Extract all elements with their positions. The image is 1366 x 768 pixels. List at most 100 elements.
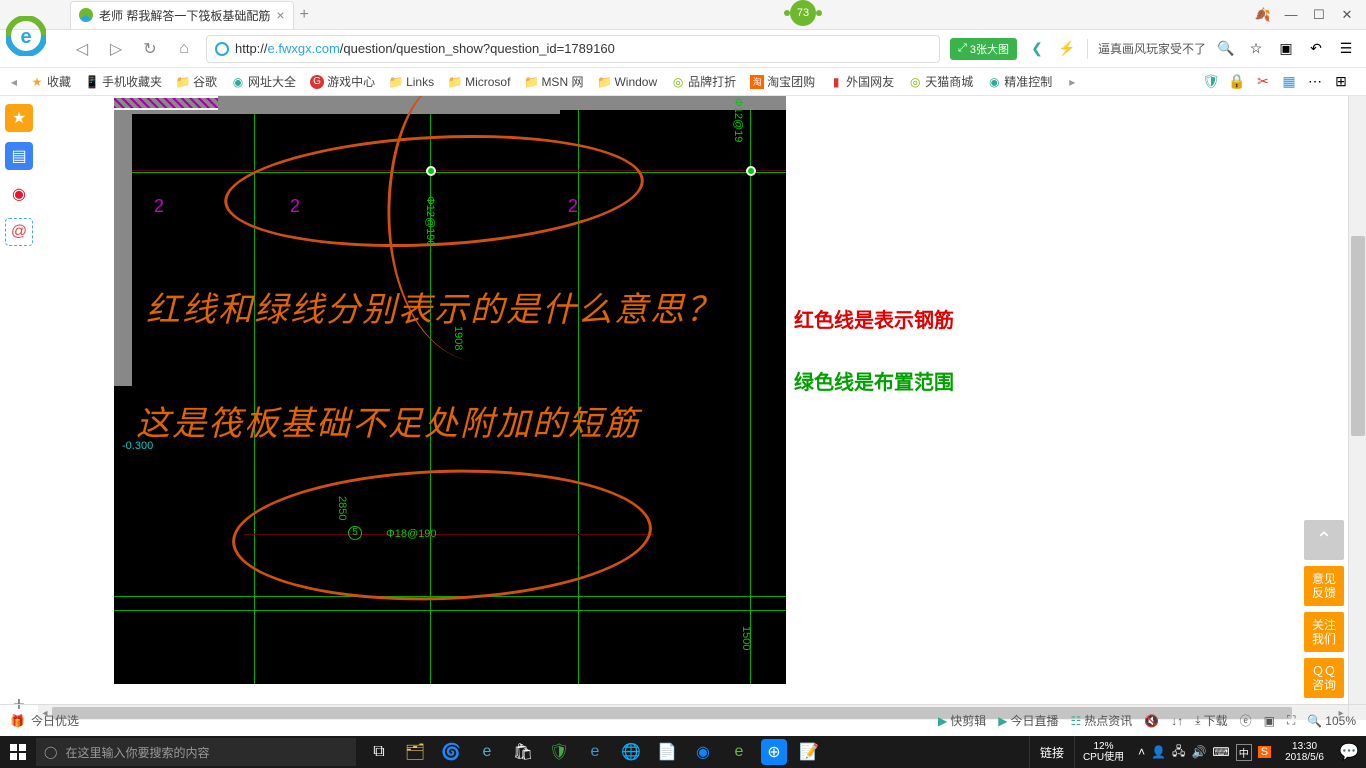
mute-icon[interactable]: 🔇: [1144, 714, 1159, 728]
score-badge[interactable]: 73: [790, 0, 816, 26]
close-button[interactable]: ✕: [1336, 4, 1358, 26]
tb-links[interactable]: 链接: [1029, 736, 1074, 768]
dim-2850: 2850: [336, 496, 348, 520]
app-word[interactable]: 📄: [650, 736, 684, 768]
menu-icon[interactable]: ☰: [1336, 39, 1356, 59]
net-icon[interactable]: ↓↑: [1171, 714, 1183, 728]
app-taskview[interactable]: ⧉: [362, 736, 396, 768]
minimize-button[interactable]: —: [1280, 4, 1302, 26]
reload-button[interactable]: ↻: [138, 37, 162, 61]
bm-favorites[interactable]: ★收藏: [24, 71, 77, 92]
bm-taobao[interactable]: 淘淘宝团购: [744, 71, 821, 92]
cad-label-2b: 2: [290, 196, 300, 217]
bm-game[interactable]: G游戏中心: [304, 71, 381, 92]
tray-sogou[interactable]: S: [1258, 746, 1271, 758]
vscroll-thumb[interactable]: [1351, 236, 1365, 436]
bm-phone[interactable]: 📱手机收藏夹: [79, 71, 168, 92]
taskbar: ◯ 在这里输入你要搜索的内容 ⧉ 🗂 🌀 e 🛍 🛡 e 🌐 📄 ◉ e ⊕ 📝…: [0, 736, 1366, 768]
vertical-scrollbar[interactable]: [1348, 96, 1366, 720]
sb-weibo-icon[interactable]: ◉: [5, 180, 33, 208]
today-picks[interactable]: 今日优选: [31, 712, 79, 729]
red-note: 红色线是表示钢筋: [794, 304, 954, 333]
lock-icon[interactable]: 🔒: [1228, 73, 1246, 91]
apps-icon[interactable]: ⊞: [1332, 73, 1350, 91]
page-icon[interactable]: ▣: [1264, 714, 1275, 728]
live-button[interactable]: ▶今日直播: [998, 712, 1058, 729]
bm-scroll-left[interactable]: ◂: [6, 75, 22, 89]
app-360browser[interactable]: e: [722, 736, 756, 768]
browser-logo: e: [6, 16, 46, 56]
annotation-answer: 这是筏板基础不足处附加的短筋: [136, 396, 640, 445]
qq-button[interactable]: ＱＱ 咨询: [1304, 658, 1344, 698]
home-button[interactable]: ⌂: [172, 37, 196, 61]
search-icon[interactable]: 🔍: [1216, 39, 1236, 59]
url-field[interactable]: http://e.fwxgx.com/question/question_sho…: [206, 35, 940, 63]
tray-kbd-icon[interactable]: ⌨: [1212, 745, 1229, 759]
pip-icon[interactable]: ⓔ: [1240, 712, 1252, 729]
fullscreen-icon[interactable]: ⛶: [1287, 713, 1295, 728]
panel-icon[interactable]: ▣: [1276, 39, 1296, 59]
taskbar-clock[interactable]: 13:302018/5/6: [1277, 741, 1332, 763]
scroll-top-button[interactable]: ⌃: [1304, 520, 1344, 560]
browser-tab[interactable]: 老师 帮我解答一下筏板基础配筋 ×: [70, 1, 294, 29]
address-bar: ◁ ▷ ↻ ⌂ http://e.fwxgx.com/question/ques…: [0, 30, 1366, 68]
app-store[interactable]: 🛍: [506, 736, 540, 768]
bm-microsoft[interactable]: 📁Microsof: [442, 73, 516, 91]
download-button[interactable]: ⤓下载: [1195, 712, 1227, 729]
follow-button[interactable]: 关注 我们: [1304, 612, 1344, 652]
forward-button[interactable]: ▷: [104, 37, 128, 61]
action-center-icon[interactable]: 💬: [1332, 736, 1366, 768]
start-button[interactable]: [0, 736, 36, 768]
taskbar-search[interactable]: ◯ 在这里输入你要搜索的内容: [36, 738, 356, 766]
slogan-text[interactable]: 逼真画风玩家受不了: [1098, 40, 1206, 57]
app-edge[interactable]: e: [578, 736, 612, 768]
tray-vol-icon[interactable]: 🔊: [1191, 745, 1206, 759]
bm-window[interactable]: 📁Window: [591, 73, 663, 91]
app-edge-old[interactable]: e: [470, 736, 504, 768]
bm-links[interactable]: 📁Links: [383, 73, 440, 91]
tray-net-icon[interactable]: 🖧: [1172, 742, 1185, 763]
bm-daquan[interactable]: ◉网址大全: [225, 71, 302, 92]
sb-star-icon[interactable]: ★: [5, 104, 33, 132]
app-shield[interactable]: 🛡: [542, 736, 576, 768]
sb-news-icon[interactable]: ▤: [5, 142, 33, 170]
sb-at-icon[interactable]: @: [5, 218, 33, 246]
bm-msn[interactable]: 📁MSN 网: [518, 71, 589, 92]
more-icon[interactable]: ⋯: [1306, 73, 1324, 91]
bm-brand[interactable]: ◎品牌打折: [665, 71, 742, 92]
feedback-button[interactable]: 意见 反馈: [1304, 566, 1344, 606]
grid-icon[interactable]: ▦: [1280, 73, 1298, 91]
shield-icon[interactable]: 🛡: [1202, 73, 1220, 91]
bolt-icon[interactable]: ⚡: [1057, 39, 1077, 59]
scissors-icon[interactable]: ✂: [1254, 73, 1272, 91]
tray-ime[interactable]: 中: [1236, 744, 1252, 761]
zoom-control[interactable]: 🔍105%: [1307, 714, 1356, 728]
maximize-button[interactable]: ☐: [1308, 4, 1330, 26]
bm-guowai[interactable]: ▮外国网友: [823, 71, 900, 92]
bm-tmall[interactable]: ◎天猫商城: [902, 71, 979, 92]
new-tab-button[interactable]: +: [300, 6, 309, 24]
share-icon[interactable]: ❮: [1027, 39, 1047, 59]
tray-up-icon[interactable]: ˄: [1138, 745, 1145, 759]
status-bar: 🎁 今日优选 ▶快剪辑 ▶今日直播 ☷热点资讯 🔇 ↓↑ ⤓下载 ⓔ ▣ ⛶ 🔍…: [0, 704, 1366, 736]
tray-people-icon[interactable]: 👤: [1151, 745, 1166, 759]
app-swirl[interactable]: 🌀: [434, 736, 468, 768]
undo-icon[interactable]: ↶: [1306, 39, 1326, 59]
quickcut-button[interactable]: ▶快剪辑: [938, 712, 986, 729]
app-360[interactable]: ◉: [686, 736, 720, 768]
bm-jingzhun[interactable]: ◉精准控制: [981, 71, 1058, 92]
bm-google[interactable]: 📁谷歌: [170, 71, 223, 92]
back-button[interactable]: ◁: [70, 37, 94, 61]
bookmark-bar: ◂ ★收藏 📱手机收藏夹 📁谷歌 ◉网址大全 G游戏中心 📁Links 📁Mic…: [0, 68, 1366, 96]
image-count-button[interactable]: ⤢3张大图: [950, 38, 1017, 60]
app-glodon[interactable]: ⊕: [761, 739, 787, 765]
app-ie[interactable]: 🌐: [614, 736, 648, 768]
bookmark-icon[interactable]: ☆: [1246, 39, 1266, 59]
app-explorer[interactable]: 🗂: [398, 736, 432, 768]
tb-cpu[interactable]: 12%CPU使用: [1074, 736, 1132, 768]
leaf-icon[interactable]: 🍂: [1252, 4, 1274, 26]
app-notes[interactable]: 📝: [792, 736, 826, 768]
hotnews-button[interactable]: ☷热点资讯: [1071, 712, 1133, 729]
tab-close-icon[interactable]: ×: [276, 7, 284, 23]
bm-scroll-right[interactable]: ▸: [1064, 75, 1080, 89]
